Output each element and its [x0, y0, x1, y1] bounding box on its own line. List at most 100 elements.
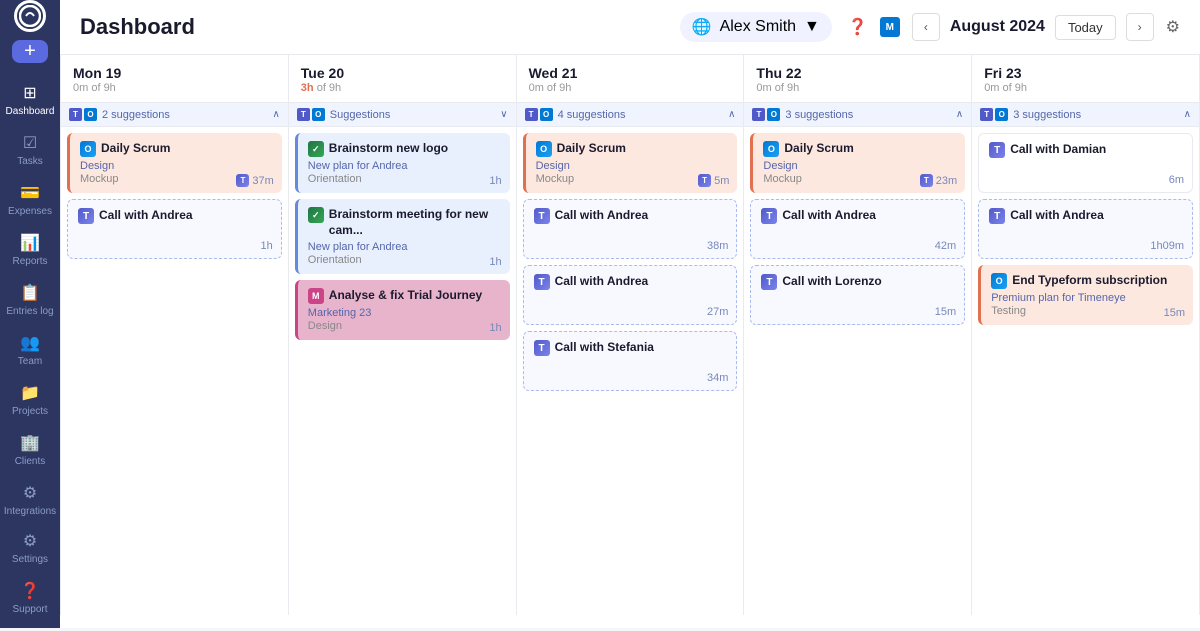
- event-header: O Daily Scrum: [80, 141, 272, 157]
- event-subtitle: Design: [763, 160, 955, 172]
- integrations-icon: ⚙: [23, 483, 37, 503]
- next-month-button[interactable]: ›: [1126, 13, 1154, 41]
- today-button[interactable]: Today: [1055, 15, 1116, 40]
- suggestion-bar[interactable]: T O Suggestions ∨: [289, 103, 516, 127]
- chevron-down-icon: ▼: [804, 18, 820, 36]
- logo-icon: [14, 0, 46, 32]
- sidebar-item-label: Expenses: [8, 206, 52, 217]
- event-card[interactable]: ✓ Brainstorm new logo New plan for Andre…: [295, 133, 510, 193]
- help-icon[interactable]: ❓: [848, 17, 868, 37]
- event-header: ✓ Brainstorm new logo: [308, 141, 500, 157]
- month-label: August 2024: [950, 18, 1045, 36]
- event-time: 6m: [1169, 174, 1184, 186]
- sidebar-item-integrations[interactable]: ⚙ Integrations: [0, 475, 60, 523]
- settings-icon[interactable]: ⚙: [1166, 17, 1180, 37]
- event-card[interactable]: O Daily Scrum DesignMockup T 5m: [523, 133, 738, 193]
- sidebar-item-dashboard[interactable]: ⊞ Dashboard: [0, 75, 60, 123]
- outlook-sugg-icon: O: [312, 108, 325, 121]
- suggestion-bar[interactable]: T O 4 suggestions ∧: [517, 103, 744, 127]
- sidebar-item-projects[interactable]: 📁 Projects: [0, 375, 60, 423]
- event-duration: 27m: [707, 306, 728, 318]
- sidebar-item-clients[interactable]: 🏢 Clients: [0, 425, 60, 473]
- ms-icon: M: [308, 288, 324, 304]
- sidebar-item-tasks[interactable]: ☑ Tasks: [0, 125, 60, 173]
- event-title: Daily Scrum: [784, 141, 853, 157]
- sidebar-item-settings[interactable]: ⚙ Settings: [8, 523, 52, 571]
- entries-log-icon: 📋: [20, 283, 40, 303]
- event-title: Call with Andrea: [782, 208, 876, 224]
- event-title: Daily Scrum: [101, 141, 170, 157]
- event-card[interactable]: O Daily Scrum DesignMockup T 37m: [67, 133, 282, 193]
- event-title: Call with Andrea: [99, 208, 193, 224]
- event-time: T 23m: [920, 174, 957, 187]
- sidebar-item-reports[interactable]: 📊 Reports: [0, 225, 60, 273]
- suggestion-bar[interactable]: T O 3 suggestions ∧: [972, 103, 1199, 127]
- sidebar-nav: ⊞ Dashboard ☑ Tasks 💳 Expenses 📊 Reports…: [0, 71, 60, 523]
- event-teams-icon: T: [920, 174, 933, 187]
- suggestion-count: 3 suggestions: [785, 109, 853, 121]
- event-subtitle: Design: [536, 160, 728, 172]
- event-subtitle: New plan for Andrea: [308, 241, 500, 253]
- event-card[interactable]: O End Typeform subscription Premium plan…: [978, 265, 1193, 325]
- day-time: 0m of 9h: [529, 82, 732, 94]
- event-card[interactable]: ✓ Brainstorm meeting for new cam... New …: [295, 199, 510, 274]
- check-icon: ✓: [308, 207, 324, 223]
- event-title: Brainstorm new logo: [329, 141, 448, 157]
- event-card[interactable]: T Call with Andrea 1h: [67, 199, 282, 259]
- teams-icon: T: [534, 340, 550, 356]
- event-card[interactable]: O Daily Scrum DesignMockup T 23m: [750, 133, 965, 193]
- day-col-mon19: Mon 19 0m of 9h T O 2 suggestions ∧ O Da…: [61, 55, 289, 615]
- user-selector[interactable]: 🌐 Alex Smith ▼: [680, 12, 832, 42]
- event-card[interactable]: T Call with Andrea 42m: [750, 199, 965, 259]
- teams-sugg-icon: T: [525, 108, 538, 121]
- add-button[interactable]: +: [12, 40, 48, 63]
- event-card[interactable]: M Analyse & fix Trial Journey Marketing …: [295, 280, 510, 340]
- check-icon: ✓: [308, 141, 324, 157]
- chevron-icon: ∨: [500, 109, 507, 120]
- page-title: Dashboard: [80, 14, 195, 40]
- teams-icon: T: [761, 208, 777, 224]
- event-card[interactable]: T Call with Andrea 27m: [523, 265, 738, 325]
- day-header: Mon 19 0m of 9h: [61, 55, 288, 103]
- event-header: M Analyse & fix Trial Journey: [308, 288, 500, 304]
- event-card[interactable]: T Call with Damian 6m: [978, 133, 1193, 193]
- suggestion-bar[interactable]: T O 3 suggestions ∧: [744, 103, 971, 127]
- event-header: T Call with Andrea: [534, 274, 727, 290]
- event-title: Brainstorm meeting for new cam...: [329, 207, 500, 238]
- event-teams-icon: T: [698, 174, 711, 187]
- event-card[interactable]: T Call with Stefania 34m: [523, 331, 738, 391]
- sidebar-logo: [0, 0, 60, 32]
- suggestion-count: Suggestions: [330, 109, 391, 121]
- day-header: Thu 22 0m of 9h: [744, 55, 971, 103]
- microsoft-icon[interactable]: M: [880, 17, 900, 37]
- event-title: Call with Andrea: [555, 274, 649, 290]
- day-header: Wed 21 0m of 9h: [517, 55, 744, 103]
- sidebar-item-support[interactable]: ❓ Support: [8, 573, 52, 621]
- event-time: 34m: [707, 372, 728, 384]
- day-name: Mon 19: [73, 65, 276, 81]
- sidebar-item-entries-log[interactable]: 📋 Entries log: [0, 275, 60, 323]
- event-duration: 1h: [489, 256, 501, 268]
- suggestion-bar[interactable]: T O 2 suggestions ∧: [61, 103, 288, 127]
- event-time: 1h: [261, 240, 273, 252]
- event-sub2: Testing: [991, 305, 1183, 317]
- teams-icon: T: [989, 142, 1005, 158]
- month-navigator: ‹ August 2024 Today ›: [912, 13, 1154, 41]
- event-header: O Daily Scrum: [536, 141, 728, 157]
- event-time: 38m: [707, 240, 728, 252]
- expenses-icon: 💳: [20, 183, 40, 203]
- event-subtitle: New plan for Andrea: [308, 160, 500, 172]
- day-time: 0m of 9h: [73, 82, 276, 94]
- sidebar-item-team[interactable]: 👥 Team: [0, 325, 60, 373]
- event-time: 15m: [1164, 307, 1185, 319]
- event-title: Daily Scrum: [557, 141, 626, 157]
- teams-icon: T: [534, 208, 550, 224]
- sidebar-item-expenses[interactable]: 💳 Expenses: [0, 175, 60, 223]
- tasks-icon: ☑: [23, 133, 37, 153]
- prev-month-button[interactable]: ‹: [912, 13, 940, 41]
- outlook-sugg-icon: O: [540, 108, 553, 121]
- sidebar-item-label: Projects: [12, 406, 48, 417]
- event-card[interactable]: T Call with Lorenzo 15m: [750, 265, 965, 325]
- event-card[interactable]: T Call with Andrea 1h09m: [978, 199, 1193, 259]
- event-card[interactable]: T Call with Andrea 38m: [523, 199, 738, 259]
